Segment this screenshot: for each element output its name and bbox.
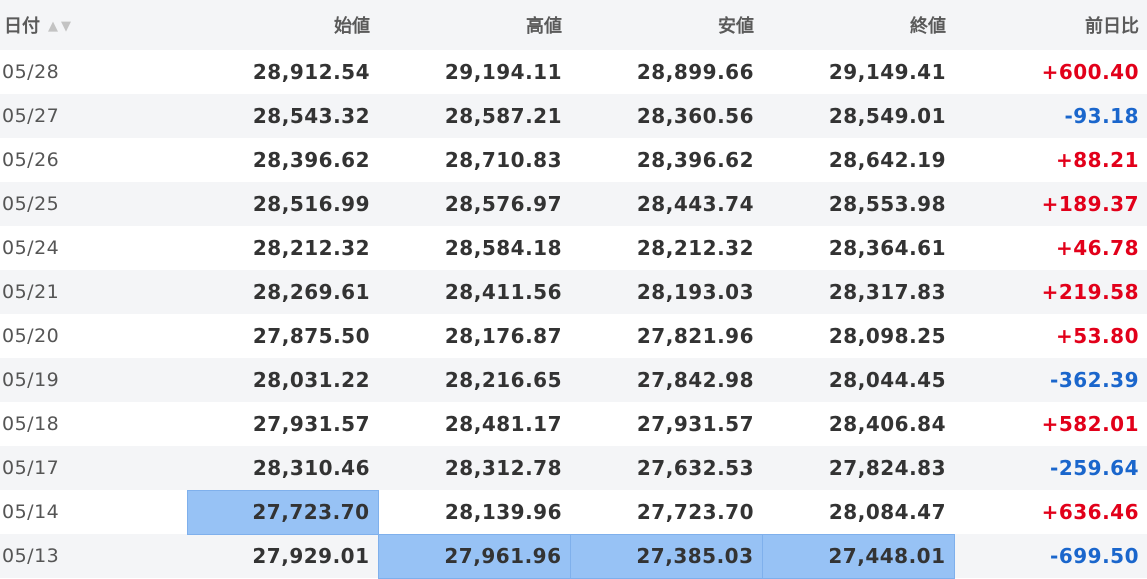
header-date[interactable]: 日付 ▲▼ (0, 0, 187, 50)
cell-high[interactable]: 28,139.96 (378, 490, 570, 534)
sort-icons[interactable]: ▲▼ (48, 19, 74, 34)
cell-open[interactable]: 27,931.57 (187, 402, 378, 446)
cell-date[interactable]: 05/20 (0, 314, 187, 358)
cell-high[interactable]: 28,710.83 (378, 138, 570, 182)
cell-low[interactable]: 27,385.03 (569, 533, 763, 579)
cell-close[interactable]: 28,549.01 (762, 94, 954, 138)
cell-change[interactable]: +219.58 (954, 270, 1147, 314)
cell-low[interactable]: 28,360.56 (570, 94, 762, 138)
cell-date[interactable]: 05/13 (0, 534, 187, 578)
cell-change[interactable]: -699.50 (954, 534, 1147, 578)
table-row[interactable]: 05/13 27,929.01 27,961.96 27,385.03 27,448.0… (0, 533, 1147, 579)
cell-date[interactable]: 05/27 (0, 94, 187, 138)
header-open[interactable]: 始値 (187, 0, 378, 50)
cell-change[interactable]: -93.18 (954, 94, 1147, 138)
header-high[interactable]: 高値 (378, 0, 570, 50)
cell-change[interactable]: +600.40 (954, 50, 1147, 94)
cell-high[interactable]: 29,194.11 (378, 50, 570, 94)
cell-close[interactable]: 28,642.19 (762, 138, 954, 182)
cell-high[interactable]: 28,481.17 (378, 402, 570, 446)
cell-change[interactable]: +582.01 (954, 402, 1147, 446)
cell-high[interactable]: 28,312.78 (378, 446, 570, 490)
header-close[interactable]: 終値 (762, 0, 954, 50)
table-row[interactable]: 05/20 27,875.50 28,176.87 27,821.96 28,098.2… (0, 314, 1147, 358)
cell-low[interactable]: 27,931.57 (570, 402, 762, 446)
cell-close[interactable]: 28,406.84 (762, 402, 954, 446)
cell-date[interactable]: 05/24 (0, 226, 187, 270)
table-body: 05/28 28,912.54 29,194.11 28,899.66 29,149.4… (0, 50, 1147, 579)
cell-low[interactable]: 27,842.98 (570, 358, 762, 402)
cell-open[interactable]: 28,912.54 (187, 50, 378, 94)
table-row[interactable]: 05/21 28,269.61 28,411.56 28,193.03 28,317.8… (0, 270, 1147, 314)
cell-open[interactable]: 28,212.32 (187, 226, 378, 270)
cell-open[interactable]: 27,723.70 (186, 489, 379, 535)
cell-change[interactable]: -259.64 (954, 446, 1147, 490)
table-row[interactable]: 05/14 27,723.70 28,139.96 27,723.70 28,084.4… (0, 489, 1147, 535)
cell-open[interactable]: 28,516.99 (187, 182, 378, 226)
cell-low[interactable]: 28,396.62 (570, 138, 762, 182)
cell-low[interactable]: 27,821.96 (570, 314, 762, 358)
sort-desc-icon[interactable]: ▼ (61, 19, 74, 34)
header-low[interactable]: 安値 (570, 0, 762, 50)
cell-close[interactable]: 28,098.25 (762, 314, 954, 358)
cell-date[interactable]: 05/26 (0, 138, 187, 182)
table-row[interactable]: 05/27 28,543.32 28,587.21 28,360.56 28,549.0… (0, 94, 1147, 138)
cell-close[interactable]: 28,044.45 (762, 358, 954, 402)
cell-high[interactable]: 28,216.65 (378, 358, 570, 402)
cell-low[interactable]: 28,212.32 (570, 226, 762, 270)
cell-high[interactable]: 28,576.97 (378, 182, 570, 226)
table-header-row: 日付 ▲▼ 始値 高値 安値 終値 前日比 (0, 0, 1147, 50)
cell-low[interactable]: 28,899.66 (570, 50, 762, 94)
cell-change[interactable]: +88.21 (954, 138, 1147, 182)
header-date-label: 日付 (4, 16, 40, 37)
cell-change[interactable]: +46.78 (954, 226, 1147, 270)
cell-change[interactable]: +636.46 (954, 490, 1147, 534)
table-row[interactable]: 05/17 28,310.46 28,312.78 27,632.53 27,824.8… (0, 446, 1147, 490)
header-change[interactable]: 前日比 (954, 0, 1147, 50)
cell-date[interactable]: 05/14 (0, 490, 187, 534)
cell-high[interactable]: 27,961.96 (377, 533, 571, 579)
cell-close[interactable]: 27,824.83 (762, 446, 954, 490)
cell-high[interactable]: 28,587.21 (378, 94, 570, 138)
table-row[interactable]: 05/19 28,031.22 28,216.65 27,842.98 28,044.4… (0, 358, 1147, 402)
stock-price-table: 日付 ▲▼ 始値 高値 安値 終値 前日比 05/28 28,912.54 29,19… (0, 0, 1147, 579)
cell-date[interactable]: 05/19 (0, 358, 187, 402)
cell-close[interactable]: 28,553.98 (762, 182, 954, 226)
table-row[interactable]: 05/24 28,212.32 28,584.18 28,212.32 28,364.6… (0, 226, 1147, 270)
cell-open[interactable]: 28,031.22 (187, 358, 378, 402)
cell-low[interactable]: 27,632.53 (570, 446, 762, 490)
cell-date[interactable]: 05/17 (0, 446, 187, 490)
cell-change[interactable]: +189.37 (954, 182, 1147, 226)
cell-date[interactable]: 05/25 (0, 182, 187, 226)
cell-close[interactable]: 29,149.41 (762, 50, 954, 94)
table-row[interactable]: 05/26 28,396.62 28,710.83 28,396.62 28,642.1… (0, 138, 1147, 182)
cell-date[interactable]: 05/18 (0, 402, 187, 446)
cell-close[interactable]: 28,317.83 (762, 270, 954, 314)
cell-open[interactable]: 28,543.32 (187, 94, 378, 138)
cell-low[interactable]: 27,723.70 (570, 490, 762, 534)
cell-high[interactable]: 28,584.18 (378, 226, 570, 270)
cell-open[interactable]: 28,310.46 (187, 446, 378, 490)
cell-low[interactable]: 28,193.03 (570, 270, 762, 314)
cell-open[interactable]: 27,875.50 (187, 314, 378, 358)
cell-open[interactable]: 27,929.01 (187, 534, 378, 578)
cell-date[interactable]: 05/28 (0, 50, 187, 94)
cell-change[interactable]: +53.80 (954, 314, 1147, 358)
cell-date[interactable]: 05/21 (0, 270, 187, 314)
cell-high[interactable]: 28,411.56 (378, 270, 570, 314)
cell-close[interactable]: 28,364.61 (762, 226, 954, 270)
table-row[interactable]: 05/25 28,516.99 28,576.97 28,443.74 28,553.9… (0, 182, 1147, 226)
table-row[interactable]: 05/18 27,931.57 28,481.17 27,931.57 28,406.8… (0, 402, 1147, 446)
sort-asc-icon[interactable]: ▲ (48, 19, 61, 34)
cell-open[interactable]: 28,396.62 (187, 138, 378, 182)
cell-change[interactable]: -362.39 (954, 358, 1147, 402)
cell-low[interactable]: 28,443.74 (570, 182, 762, 226)
table-row[interactable]: 05/28 28,912.54 29,194.11 28,899.66 29,149.4… (0, 50, 1147, 94)
cell-close[interactable]: 27,448.01 (761, 533, 955, 579)
cell-open[interactable]: 28,269.61 (187, 270, 378, 314)
cell-close[interactable]: 28,084.47 (762, 490, 954, 534)
cell-high[interactable]: 28,176.87 (378, 314, 570, 358)
